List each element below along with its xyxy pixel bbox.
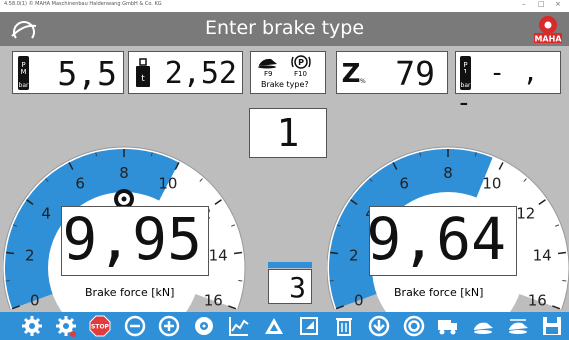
left-gauge-tick-label: 0 bbox=[30, 291, 40, 309]
close-button[interactable]: × bbox=[555, 0, 561, 8]
pressure-pm-indicator: P M bar 5,5 bbox=[12, 51, 124, 94]
settings-alt-icon[interactable] bbox=[55, 315, 77, 337]
f10-key-label: F10 bbox=[294, 70, 307, 78]
svg-text:STOP: STOP bbox=[91, 324, 110, 331]
window-title: 4.58.0(1) © MAHA Maschinenbau Haldenwang… bbox=[4, 1, 162, 7]
svg-text:t: t bbox=[141, 74, 145, 84]
app-logo-icon[interactable] bbox=[10, 16, 38, 44]
left-gauge-tick-label: 16 bbox=[204, 291, 223, 309]
left-brake-force-readout: 9,95 bbox=[61, 205, 209, 276]
brake-disc-icon[interactable] bbox=[403, 315, 425, 337]
right-gauge-tick-label: 2 bbox=[349, 247, 359, 265]
step-counter-value: 3 bbox=[289, 271, 306, 304]
f9-key-label: F9 bbox=[264, 70, 273, 78]
bottom-toolbar: STOP bbox=[0, 312, 569, 340]
minimize-button[interactable]: – bbox=[522, 0, 526, 8]
print-icon[interactable] bbox=[298, 315, 320, 337]
right-gauge-tick-label: 16 bbox=[528, 291, 547, 309]
page-title: Enter brake type bbox=[204, 17, 365, 39]
right-gauge-tick-label: 0 bbox=[354, 291, 364, 309]
service-brake-icon[interactable] bbox=[257, 55, 279, 69]
minus-icon[interactable] bbox=[124, 315, 146, 337]
brake-type-prompt: Brake type? bbox=[261, 80, 309, 89]
pressure-pm-value: 5,5 bbox=[57, 54, 117, 93]
svg-text:P: P bbox=[298, 58, 304, 67]
settings-icon[interactable] bbox=[21, 315, 43, 337]
plus-icon[interactable] bbox=[158, 315, 180, 337]
parking-brake-icon[interactable]: P bbox=[291, 54, 311, 70]
left-gauge-tick-label: 10 bbox=[158, 175, 177, 193]
right-gauge-tick bbox=[557, 251, 567, 255]
axle-number-value: 1 bbox=[276, 111, 300, 155]
ovality-icon: Z % bbox=[342, 59, 366, 88]
left-gauge-tick-label: 4 bbox=[41, 205, 51, 223]
step-progress-bar bbox=[268, 262, 312, 268]
axle-number-display: 1 bbox=[249, 108, 327, 158]
weight-indicator: t 2,52 bbox=[128, 51, 243, 94]
ovality-indicator: Z % 79 bbox=[336, 51, 448, 94]
right-gauge-tick-label: 14 bbox=[533, 247, 552, 265]
pressure-gauge-icon: P M bar bbox=[18, 56, 29, 90]
step-counter-display: 3 bbox=[268, 269, 312, 304]
right-gauge-tick-label: 8 bbox=[443, 164, 453, 182]
left-gauge-tick bbox=[5, 251, 15, 255]
right-gauge-tick bbox=[329, 251, 339, 255]
left-brake-force-value: 9,95 bbox=[62, 205, 202, 273]
header-bar: Enter brake type bbox=[0, 12, 569, 46]
right-gauge-tick-label: 6 bbox=[399, 175, 409, 193]
right-brake-force-value: 9,64 bbox=[366, 205, 506, 273]
left-brake-force-label: Brake force [kN] bbox=[85, 286, 175, 299]
logo-text: MAHA bbox=[534, 35, 562, 44]
truck-icon[interactable] bbox=[437, 315, 459, 337]
left-gauge-tick-label: 14 bbox=[209, 247, 228, 265]
delete-icon[interactable] bbox=[333, 315, 355, 337]
warning-triangle-icon[interactable] bbox=[263, 315, 285, 337]
right-gauge-tick-label: 10 bbox=[482, 175, 501, 193]
right-brake-force-label: Brake force [kN] bbox=[394, 286, 484, 299]
left-gauge-tick-label: 8 bbox=[119, 164, 129, 182]
maha-logo: MAHA bbox=[534, 16, 562, 44]
right-brake-force-readout: 9,64 bbox=[366, 205, 517, 276]
svg-text:Z: Z bbox=[342, 59, 360, 88]
pressure-p1-value: - - , - bbox=[456, 58, 540, 118]
brake-type-indicator[interactable]: P F9 F10 Brake type? bbox=[250, 51, 326, 94]
roller-brake-icon[interactable] bbox=[472, 315, 494, 337]
weight-value: 2,52 bbox=[164, 56, 237, 91]
left-gauge-tick-label: 6 bbox=[75, 175, 85, 193]
stop-icon[interactable]: STOP bbox=[89, 315, 111, 337]
right-gauge-tick-label: 12 bbox=[516, 205, 535, 223]
weight-icon: t bbox=[136, 58, 150, 87]
roller-brake-alt-icon[interactable] bbox=[507, 315, 529, 337]
left-gauge-tick-label: 2 bbox=[25, 247, 35, 265]
pressure-p1-indicator: P 1 bar - - , - bbox=[455, 51, 561, 118]
maximize-button[interactable]: □ bbox=[538, 0, 545, 8]
svg-text:%: % bbox=[360, 78, 366, 85]
main-panel: P M bar 5,5 t 2,52 P F9 F10 Brake type? bbox=[0, 46, 569, 312]
chart-icon[interactable] bbox=[228, 315, 250, 337]
tachograph-icon[interactable] bbox=[193, 315, 215, 337]
download-icon[interactable] bbox=[368, 315, 390, 337]
save-icon[interactable] bbox=[541, 315, 563, 337]
ovality-value: 79 bbox=[395, 54, 435, 93]
left-gauge-tick bbox=[233, 251, 243, 255]
